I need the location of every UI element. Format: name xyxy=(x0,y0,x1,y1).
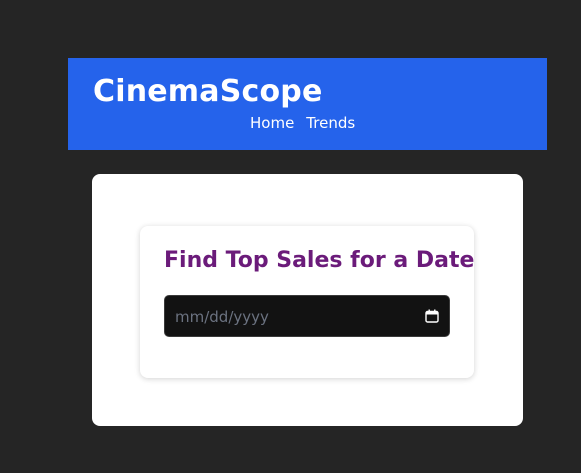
card-title: Find Top Sales for a Date xyxy=(164,248,475,273)
site-header: CinemaScope Home Trends xyxy=(68,58,547,150)
nav-home-link[interactable]: Home xyxy=(250,113,294,133)
date-placeholder: mm/dd/yyyy xyxy=(175,308,269,326)
search-card: Find Top Sales for a Date mm/dd/yyyy xyxy=(140,226,474,378)
calendar-icon[interactable] xyxy=(425,309,439,323)
brand-logo[interactable]: CinemaScope xyxy=(93,72,323,112)
content-panel: Find Top Sales for a Date mm/dd/yyyy xyxy=(92,174,523,426)
nav-trends-link[interactable]: Trends xyxy=(306,113,355,133)
main-nav: Home Trends xyxy=(250,113,355,133)
date-input[interactable]: mm/dd/yyyy xyxy=(164,295,450,337)
